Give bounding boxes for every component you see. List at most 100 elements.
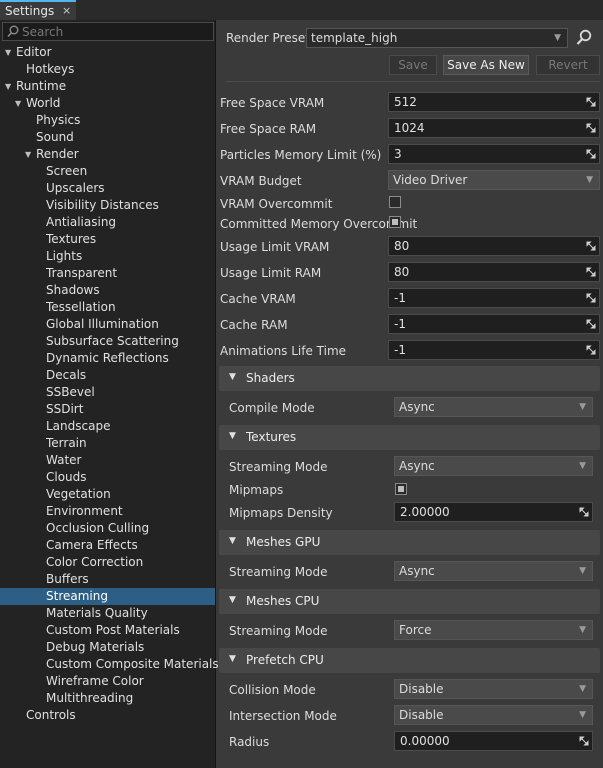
vram-overcommit-checkbox[interactable] — [389, 196, 401, 208]
tree-item[interactable]: Wireframe Color — [0, 673, 215, 690]
tree-item[interactable]: Subsurface Scattering — [0, 333, 215, 350]
tree-item[interactable]: Landscape — [0, 418, 215, 435]
expand-arrows-icon[interactable] — [586, 345, 596, 355]
tree-item[interactable]: Transparent — [0, 265, 215, 282]
search-input[interactable] — [22, 23, 212, 40]
free-space-ram-field[interactable]: 1024 — [388, 118, 600, 138]
expand-arrows-icon[interactable] — [586, 319, 596, 329]
expand-arrows-icon[interactable] — [579, 507, 589, 517]
committed-memory-overcommit-checkbox[interactable] — [389, 216, 401, 228]
tree-item[interactable]: SSBevel — [0, 384, 215, 401]
section-meshes-cpu[interactable]: ▼ Meshes CPU — [219, 589, 600, 614]
tree-item[interactable]: Hotkeys — [0, 61, 215, 78]
expand-arrows-icon[interactable] — [579, 736, 589, 746]
tree-item-label: Camera Effects — [46, 538, 138, 552]
compile-mode-select[interactable]: Async ▼ — [394, 397, 593, 417]
tree-item[interactable]: Debug Materials — [0, 639, 215, 656]
mipmaps-label: Mipmaps — [229, 483, 284, 497]
section-meshes-gpu[interactable]: ▼ Meshes GPU — [219, 530, 600, 555]
tab-title: Settings — [5, 4, 55, 18]
textures-streaming-mode-select[interactable]: Async ▼ — [394, 456, 593, 476]
vram-budget-select[interactable]: Video Driver ▼ — [388, 170, 600, 190]
render-preset-value: template_high — [311, 31, 398, 45]
tree-item[interactable]: Clouds — [0, 469, 215, 486]
tree-item[interactable]: Sound — [0, 129, 215, 146]
tree-item[interactable]: Buffers — [0, 571, 215, 588]
section-shaders[interactable]: ▼ Shaders — [219, 366, 600, 391]
tree-item[interactable]: Occlusion Culling — [0, 520, 215, 537]
tree-item[interactable]: Camera Effects — [0, 537, 215, 554]
tree-item[interactable]: Upscalers — [0, 180, 215, 197]
tree-item[interactable]: Textures — [0, 231, 215, 248]
tree-item[interactable]: SSDirt — [0, 401, 215, 418]
revert-button[interactable]: Revert — [536, 55, 600, 75]
tree-item-label: Color Correction — [46, 555, 144, 569]
particles-memory-limit-field[interactable]: 3 — [388, 144, 600, 164]
expand-arrows-icon[interactable] — [586, 267, 596, 277]
tree-item[interactable]: Lights — [0, 248, 215, 265]
tree-item[interactable]: ▼ World — [0, 95, 215, 112]
expand-arrow-icon[interactable]: ▼ — [25, 146, 31, 163]
tree-item[interactable]: Custom Composite Materials — [0, 656, 219, 673]
save-as-new-button[interactable]: Save As New — [443, 55, 529, 75]
cache-vram-field[interactable]: -1 — [388, 288, 600, 308]
tree-item[interactable]: Tessellation — [0, 299, 215, 316]
tree-item[interactable]: Environment — [0, 503, 215, 520]
tree-item[interactable]: Screen — [0, 163, 215, 180]
expand-arrows-icon[interactable] — [586, 123, 596, 133]
expand-arrows-icon[interactable] — [586, 97, 596, 107]
usage-limit-ram-value: 80 — [394, 265, 410, 279]
tree-item[interactable]: Physics — [0, 112, 215, 129]
radius-field[interactable]: 0.00000 — [394, 731, 593, 751]
tree-item[interactable]: Materials Quality — [0, 605, 215, 622]
animations-life-time-field[interactable]: -1 — [388, 340, 600, 360]
tree-item[interactable]: ▼ Editor — [0, 44, 215, 61]
search-box[interactable] — [2, 22, 214, 41]
tree-item[interactable]: ▼ Runtime — [0, 78, 215, 95]
tree-item[interactable]: Multithreading — [0, 690, 215, 707]
search-icon[interactable] — [576, 29, 592, 46]
expand-arrows-icon[interactable] — [586, 293, 596, 303]
tree-item[interactable]: Custom Post Materials — [0, 622, 215, 639]
usage-limit-ram-field[interactable]: 80 — [388, 262, 600, 282]
tree-item[interactable]: Decals — [0, 367, 215, 384]
tree-item[interactable]: Shadows — [0, 282, 215, 299]
tree-item[interactable]: Visibility Distances — [0, 197, 215, 214]
meshes-cpu-streaming-mode-select[interactable]: Force ▼ — [394, 620, 593, 640]
tree-item[interactable]: Global Illumination — [0, 316, 215, 333]
usage-limit-vram-field[interactable]: 80 — [388, 236, 600, 256]
tree-item[interactable]: Antialiasing — [0, 214, 215, 231]
expand-arrows-icon[interactable] — [586, 241, 596, 251]
render-preset-select[interactable]: template_high ▼ — [306, 28, 568, 48]
meshes-cpu-streaming-mode-value: Force — [399, 623, 432, 637]
tree-item[interactable]: Color Correction — [0, 554, 215, 571]
tree-item[interactable]: Streaming — [0, 588, 215, 605]
mipmaps-checkbox[interactable] — [395, 483, 407, 495]
collision-mode-select[interactable]: Disable ▼ — [394, 679, 593, 699]
tree-item[interactable]: Controls — [0, 707, 215, 724]
meshes-gpu-streaming-mode-select[interactable]: Async ▼ — [394, 561, 593, 581]
intersection-mode-select[interactable]: Disable ▼ — [394, 705, 593, 725]
chevron-down-icon: ▼ — [229, 431, 236, 441]
cache-ram-field[interactable]: -1 — [388, 314, 600, 334]
tab-settings[interactable]: Settings × — [0, 0, 76, 20]
section-prefetch-cpu[interactable]: ▼ Prefetch CPU — [219, 648, 600, 673]
tree-item-label: Vegetation — [46, 487, 111, 501]
tree-item[interactable]: Water — [0, 452, 215, 469]
mipmaps-density-field[interactable]: 2.00000 — [394, 502, 593, 522]
expand-arrow-icon[interactable]: ▼ — [5, 78, 11, 95]
close-icon[interactable]: × — [62, 4, 71, 17]
expand-arrow-icon[interactable]: ▼ — [5, 44, 11, 61]
tree-item[interactable]: Terrain — [0, 435, 215, 452]
save-button[interactable]: Save — [389, 55, 437, 75]
settings-content: Render Preset: template_high ▼ Save Save… — [216, 20, 603, 768]
section-textures[interactable]: ▼ Textures — [219, 425, 600, 450]
tree-item[interactable]: Dynamic Reflections — [0, 350, 215, 367]
free-space-vram-field[interactable]: 512 — [388, 92, 600, 112]
expand-arrow-icon[interactable]: ▼ — [15, 95, 21, 112]
cache-ram-value: -1 — [394, 317, 406, 331]
tree-item[interactable]: ▼ Render — [0, 146, 215, 163]
tree-item[interactable]: Vegetation — [0, 486, 215, 503]
expand-arrows-icon[interactable] — [586, 149, 596, 159]
section-title: Meshes CPU — [246, 594, 320, 608]
